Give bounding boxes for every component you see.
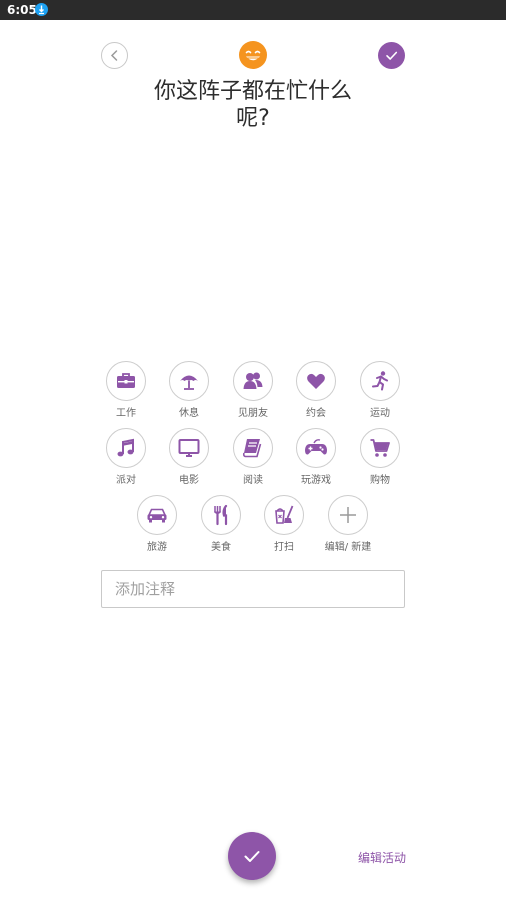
running-icon xyxy=(372,371,388,391)
back-button[interactable] xyxy=(101,42,128,69)
status-time: 6:05 xyxy=(7,3,37,17)
activity-friends[interactable]: 见朋友 xyxy=(221,361,285,419)
music-icon xyxy=(117,438,134,457)
edit-activities-link[interactable]: 编辑活动 xyxy=(358,849,406,866)
umbrella-icon xyxy=(180,375,198,390)
activity-label: 工作 xyxy=(116,408,136,419)
cutlery-icon xyxy=(213,504,228,526)
activity-cleaning[interactable]: 打扫 xyxy=(252,495,316,553)
note-input[interactable] xyxy=(101,570,405,608)
check-icon xyxy=(244,851,260,862)
activity-work[interactable]: 工作 xyxy=(94,361,158,419)
cart-icon xyxy=(370,439,390,457)
activity-label: 电影 xyxy=(179,475,199,486)
car-icon xyxy=(147,508,167,523)
activity-label: 约会 xyxy=(306,408,326,419)
heart-icon xyxy=(307,373,325,389)
activity-edit-new[interactable]: 编辑/ 新建 xyxy=(316,495,380,553)
activity-movie[interactable]: 电影 xyxy=(157,428,221,486)
activity-sports[interactable]: 运动 xyxy=(348,361,412,419)
book-icon xyxy=(242,439,262,458)
notification-icon xyxy=(35,3,48,16)
activity-rest[interactable]: 休息 xyxy=(157,361,221,419)
activity-label: 打扫 xyxy=(274,542,294,553)
save-fab-button[interactable] xyxy=(228,832,276,880)
activity-reading[interactable]: 阅读 xyxy=(221,428,285,486)
status-bar: 6:05 xyxy=(0,0,506,20)
check-icon xyxy=(386,51,398,60)
people-icon xyxy=(243,372,263,389)
activity-games[interactable]: 玩游戏 xyxy=(284,428,348,486)
activity-label: 运动 xyxy=(370,408,390,419)
activity-label: 购物 xyxy=(370,475,390,486)
cleaning-icon xyxy=(275,505,294,524)
activity-label: 休息 xyxy=(179,408,199,419)
activity-label: 编辑/ 新建 xyxy=(324,542,372,553)
activity-party[interactable]: 派对 xyxy=(94,428,158,486)
activity-travel[interactable]: 旅游 xyxy=(125,495,189,553)
plus-icon xyxy=(340,507,356,523)
activity-label: 旅游 xyxy=(147,542,167,553)
chevron-left-icon xyxy=(110,50,118,61)
activity-label: 见朋友 xyxy=(238,408,268,419)
mood-emoji-icon[interactable] xyxy=(239,41,267,69)
gamepad-icon xyxy=(305,439,327,455)
page-title: 你这阵子都在忙什么呢? xyxy=(153,79,352,131)
monitor-icon xyxy=(178,439,200,457)
activity-food[interactable]: 美食 xyxy=(189,495,253,553)
activity-dating[interactable]: 约会 xyxy=(284,361,348,419)
activity-label: 玩游戏 xyxy=(301,475,331,486)
activity-label: 美食 xyxy=(211,542,231,553)
briefcase-icon xyxy=(117,373,135,388)
activity-label: 阅读 xyxy=(243,475,263,486)
activity-label: 派对 xyxy=(116,475,136,486)
confirm-button-top[interactable] xyxy=(378,42,405,69)
activity-shopping[interactable]: 购物 xyxy=(348,428,412,486)
